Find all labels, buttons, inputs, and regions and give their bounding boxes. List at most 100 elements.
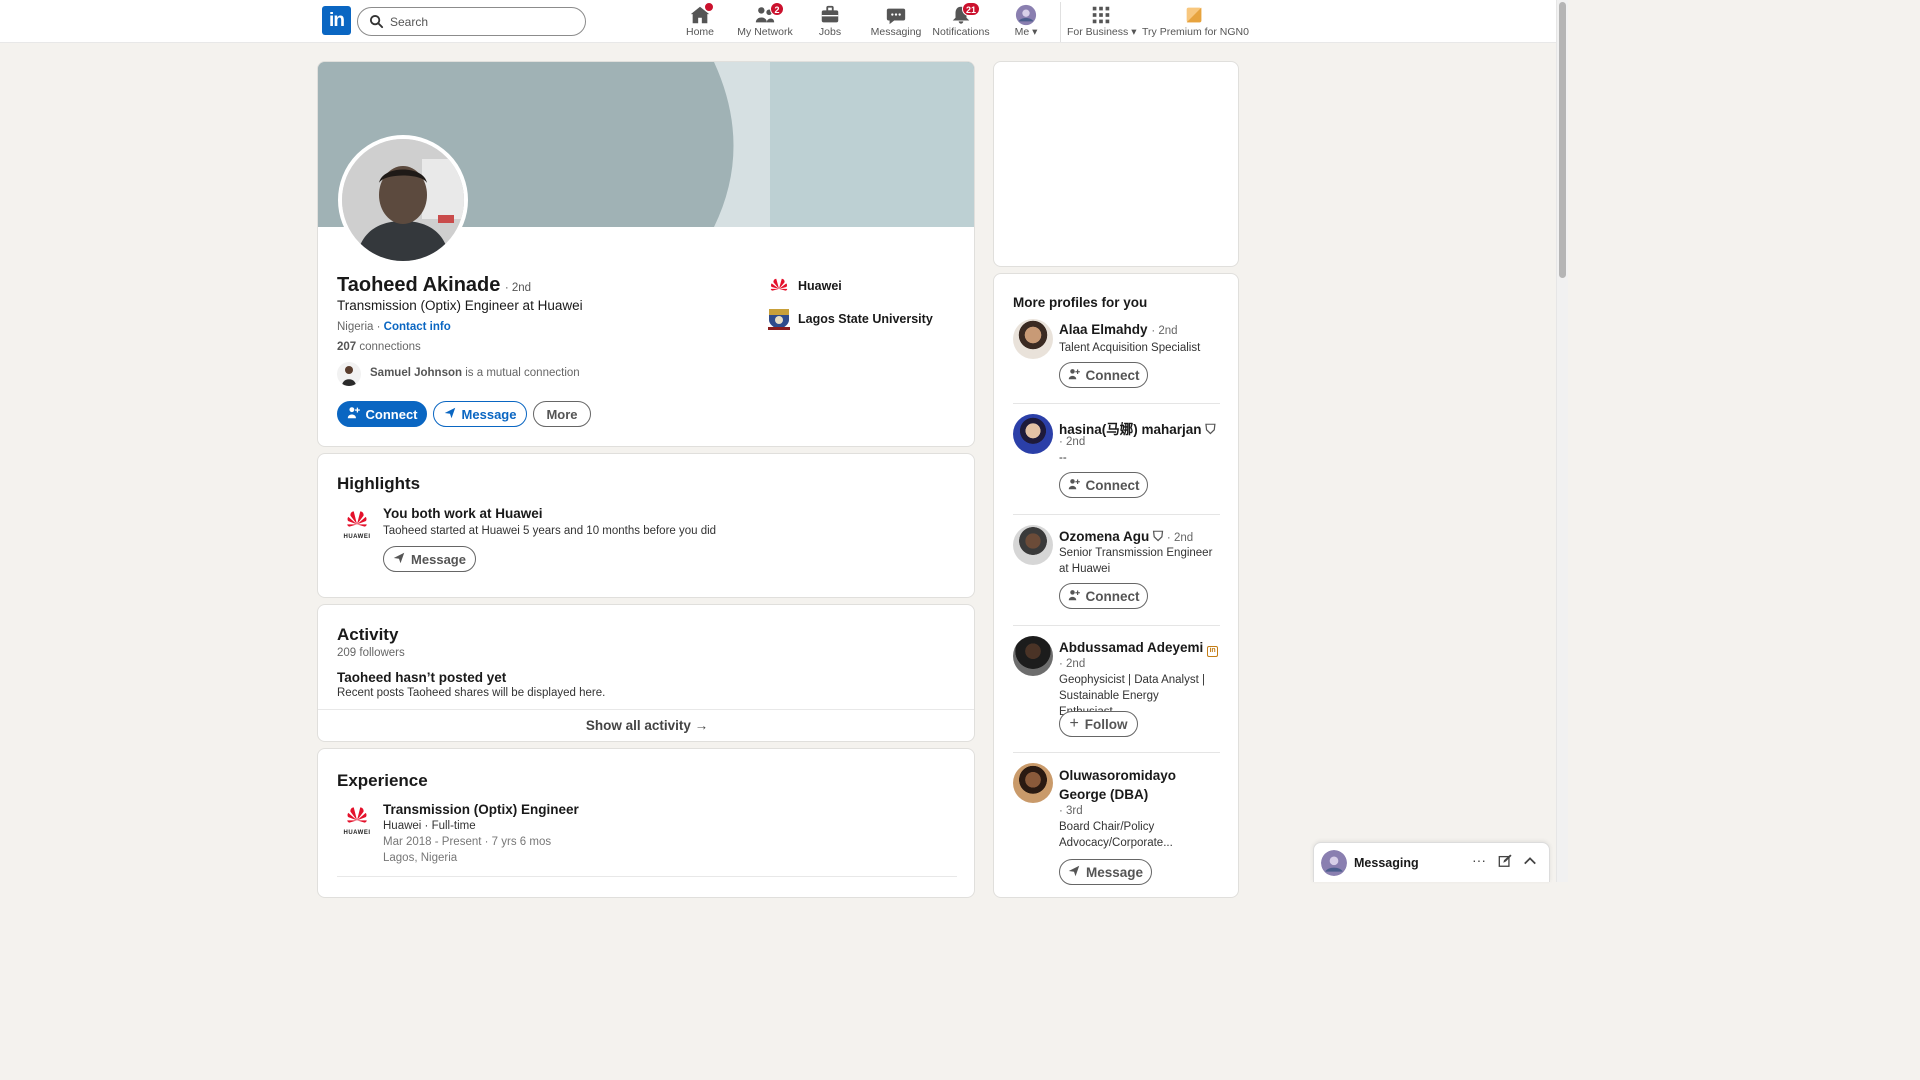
huawei-logo-icon: HUAWEI [342, 509, 372, 540]
search-icon [369, 14, 384, 29]
profile-subtitle: Talent Acquisition Specialist [1059, 342, 1201, 354]
messaging-icon [885, 4, 907, 26]
mutual-connection-avatar[interactable] [337, 362, 361, 386]
chevron-up-icon[interactable] [1523, 854, 1537, 873]
premium-icon [1183, 4, 1205, 26]
experience-dates: Mar 2018 - Present · 7 yrs 6 mos [383, 836, 552, 848]
suggested-profile: Ozomena Agu ⛉ · 2nd Senior Transmission … [1013, 525, 1221, 610]
experience-location: Lagos, Nigeria [383, 852, 458, 864]
profile-name-link[interactable]: Alaa Elmahdy · 2nd [1059, 322, 1178, 337]
highlight-text: Taoheed started at Huawei 5 years and 10… [383, 525, 717, 537]
linkedin-premium-icon: in [1207, 646, 1219, 657]
nav-for-business-label: For Business ▾ [1067, 26, 1137, 38]
nav-my-network-label: My Network [737, 26, 793, 38]
highlight-message-label: Message [411, 551, 466, 567]
experience-role[interactable]: Transmission (Optix) Engineer [383, 802, 579, 817]
suggested-profile: Abdussamad Adeyemi in · 2nd Geophysicist… [1013, 636, 1221, 737]
nav-me[interactable]: Me ▾ [1010, 4, 1042, 40]
briefcase-icon [819, 4, 841, 26]
connection-degree: · 2nd [504, 282, 532, 294]
add-person-icon [1068, 368, 1080, 383]
page-scrollbar[interactable] [1556, 0, 1568, 882]
nav-my-network[interactable]: 2 My Network [735, 2, 795, 40]
nav-try-premium[interactable]: Try Premium for NGN0 [1142, 4, 1249, 40]
nav-divider [1060, 2, 1061, 42]
profile-avatar[interactable] [1013, 414, 1053, 454]
search-box[interactable] [357, 7, 586, 36]
message-label: Message [1085, 864, 1144, 880]
follow-label: Follow [1084, 716, 1128, 732]
profile-photo[interactable] [338, 135, 468, 265]
profile-name-link[interactable]: Oluwasoromidayo George (DBA) [1059, 766, 1224, 804]
activity-empty-title: Taoheed hasn’t posted yet [337, 670, 507, 685]
linkedin-logo-icon[interactable]: in [322, 6, 351, 35]
follow-button[interactable]: + Follow [1059, 711, 1138, 737]
connect-button[interactable]: Connect [337, 401, 427, 427]
activity-card: Activity 209 followers Taoheed hasn’t po… [317, 604, 975, 742]
home-icon [689, 2, 714, 26]
search-input[interactable] [390, 13, 575, 31]
divider [1013, 625, 1220, 626]
mutual-connection-text[interactable]: Samuel Johnson is a mutual connection [370, 367, 580, 379]
verified-icon: ⛉ [1153, 529, 1164, 544]
nav-messaging[interactable]: Messaging [870, 4, 922, 40]
nav-for-business[interactable]: For Business ▾ [1067, 4, 1137, 40]
suggested-profile: Oluwasoromidayo George (DBA) · 3rd Board… [1013, 763, 1221, 893]
network-icon: 2 [754, 2, 784, 26]
scrollbar-thumb[interactable] [1559, 2, 1566, 278]
followers-count: 209 followers [337, 647, 405, 659]
grid-icon [1090, 4, 1112, 26]
contact-info-link[interactable]: Contact info [384, 321, 451, 333]
profile-headline: Transmission (Optix) Engineer at Huawei [337, 298, 583, 313]
profile-degree: · 3rd [1059, 805, 1083, 817]
caret-down-icon: ▾ [1131, 26, 1137, 38]
profile-card: Taoheed Akinade · 2nd Transmission (Opti… [317, 61, 975, 447]
connect-button[interactable]: Connect [1059, 583, 1148, 609]
bell-icon: 21 [950, 2, 980, 26]
profile-avatar[interactable] [1013, 636, 1053, 676]
profile-degree: · 2nd [1059, 436, 1086, 448]
nav-home[interactable]: Home [682, 2, 718, 40]
message-button[interactable]: Message [433, 401, 527, 427]
highlight-message-button[interactable]: Message [383, 546, 476, 572]
connect-label: Connect [1085, 367, 1140, 383]
more-options-icon[interactable]: ··· [1472, 852, 1486, 868]
profile-name-link[interactable]: Abdussamad Adeyemi in [1059, 640, 1219, 657]
messaging-overlay-bar[interactable]: Messaging ··· [1313, 842, 1550, 882]
connect-label: Connect [1085, 477, 1140, 493]
divider [1013, 514, 1220, 515]
profile-avatar[interactable] [1013, 525, 1053, 565]
highlight-heading: You both work at Huawei [383, 506, 543, 521]
nav-messaging-label: Messaging [870, 26, 922, 38]
home-notification-dot [704, 2, 714, 12]
connections-count[interactable]: 207 connections [337, 341, 421, 353]
connect-button[interactable]: Connect [1059, 472, 1148, 498]
profile-avatar[interactable] [1013, 319, 1053, 359]
messaging-title: Messaging [1354, 856, 1419, 870]
nav-jobs[interactable]: Jobs [812, 4, 848, 40]
profile-name-link[interactable]: Ozomena Agu ⛉ · 2nd [1059, 529, 1193, 545]
profile-degree: · 2nd [1059, 658, 1086, 670]
experience-card: Experience HUAWEI Transmission (Optix) E… [317, 748, 975, 898]
connect-button-label: Connect [365, 406, 418, 422]
show-all-activity-link[interactable]: Show all activity → [318, 718, 974, 733]
profile-subtitle: -- [1059, 452, 1067, 464]
compose-icon[interactable] [1498, 854, 1512, 873]
more-profiles-title: More profiles for you [1013, 295, 1148, 310]
add-person-icon [1068, 589, 1080, 604]
experience-title: Experience [337, 771, 428, 790]
huawei-logo-icon: HUAWEI [342, 805, 372, 836]
connect-button[interactable]: Connect [1059, 362, 1148, 388]
nav-notifications[interactable]: 21 Notifications [932, 2, 990, 40]
nav-notifications-label: Notifications [932, 26, 990, 38]
profile-name: Taoheed Akinade [337, 274, 501, 296]
experience-divider [337, 876, 957, 877]
message-button[interactable]: Message [1059, 859, 1152, 885]
send-icon [444, 407, 456, 422]
highlights-card: Highlights HUAWEI You both work at Huawe… [317, 453, 975, 598]
more-button[interactable]: More [533, 401, 591, 427]
highlights-title: Highlights [337, 474, 421, 493]
profile-avatar[interactable] [1013, 763, 1053, 803]
education-school[interactable]: Lagos State University [798, 312, 933, 326]
current-company[interactable]: Huawei [798, 279, 842, 293]
